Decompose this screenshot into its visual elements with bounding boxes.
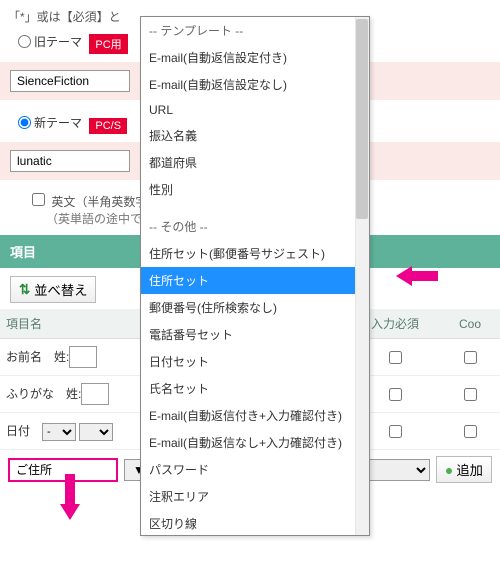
old-theme-radio-input[interactable] xyxy=(18,35,31,48)
dropdown-option[interactable]: E-mail(自動返信付き+入力確認付き) xyxy=(141,402,369,429)
field-name: ふりがな xyxy=(6,387,54,401)
dropdown-group-header: -- その他 -- xyxy=(141,213,369,240)
new-theme-label: 新テーマ xyxy=(34,114,82,131)
sort-icon: ⇅ xyxy=(19,282,30,298)
dropdown-option[interactable]: E-mail(自動返信なし+入力確認付き) xyxy=(141,429,369,456)
dropdown-option[interactable]: 住所セット(郵便番号サジェスト) xyxy=(141,240,369,267)
dropdown-option[interactable]: 区切り線 xyxy=(141,510,369,536)
field-prefix-input[interactable] xyxy=(69,346,97,368)
old-theme-value-input[interactable] xyxy=(10,70,130,92)
dropdown-option[interactable]: URL xyxy=(141,98,369,122)
dropdown-option[interactable]: 日付セット xyxy=(141,348,369,375)
new-theme-badge: PC/S xyxy=(89,118,127,134)
cookie-checkbox[interactable] xyxy=(464,425,477,438)
add-button[interactable]: ● 追加 xyxy=(436,456,492,483)
dropdown-scrollbar[interactable] xyxy=(355,17,369,535)
field-prefix-input[interactable] xyxy=(81,383,109,405)
dropdown-option[interactable]: 氏名セット xyxy=(141,375,369,402)
english-check-input[interactable] xyxy=(32,193,45,206)
dropdown-option[interactable]: 都道府県 xyxy=(141,149,369,176)
old-theme-radio[interactable]: 旧テーマ xyxy=(18,33,82,50)
old-theme-badge: PC用 xyxy=(89,34,127,54)
new-theme-value-input[interactable] xyxy=(10,150,130,172)
col-cookie: Coo xyxy=(440,309,500,339)
dropdown-option xyxy=(141,203,369,213)
date-select-1[interactable]: - xyxy=(42,423,76,441)
required-checkbox[interactable] xyxy=(389,425,402,438)
dropdown-scrollbar-thumb[interactable] xyxy=(356,19,368,219)
dropdown-option[interactable]: 電話番号セット xyxy=(141,321,369,348)
field-name: お前名 xyxy=(6,350,42,364)
sort-button-label: 並べ替え xyxy=(34,280,87,299)
plus-icon: ● xyxy=(445,463,453,477)
new-theme-radio[interactable]: 新テーマ xyxy=(18,114,82,131)
dropdown-option[interactable]: E-mail(自動返信設定付き) xyxy=(141,44,369,71)
dropdown-option[interactable]: 性別 xyxy=(141,176,369,203)
old-theme-label: 旧テーマ xyxy=(34,33,82,50)
field-name: 日付 xyxy=(6,424,30,438)
cookie-checkbox[interactable] xyxy=(464,388,477,401)
dropdown-option[interactable]: パスワード xyxy=(141,456,369,483)
field-prefix: 姓: xyxy=(66,387,81,401)
required-checkbox[interactable] xyxy=(389,388,402,401)
date-select-2[interactable] xyxy=(79,423,113,441)
dropdown-option[interactable]: 振込名義 xyxy=(141,122,369,149)
field-prefix: 姓: xyxy=(54,350,69,364)
new-theme-radio-input[interactable] xyxy=(18,116,31,129)
add-button-label: 追加 xyxy=(456,460,483,479)
dropdown-option[interactable]: 住所セット xyxy=(141,267,369,294)
type-dropdown[interactable]: -- テンプレート --E-mail(自動返信設定付き)E-mail(自動返信設… xyxy=(140,16,370,536)
dropdown-option[interactable]: E-mail(自動返信設定なし) xyxy=(141,71,369,98)
dropdown-option[interactable]: 注釈エリア xyxy=(141,483,369,510)
sort-button[interactable]: ⇅ 並べ替え xyxy=(10,276,96,303)
required-checkbox[interactable] xyxy=(389,351,402,364)
dropdown-option[interactable]: 郵便番号(住所検索なし) xyxy=(141,294,369,321)
dropdown-group-header: -- テンプレート -- xyxy=(141,17,369,44)
new-field-name-input[interactable] xyxy=(8,458,118,482)
cookie-checkbox[interactable] xyxy=(464,351,477,364)
